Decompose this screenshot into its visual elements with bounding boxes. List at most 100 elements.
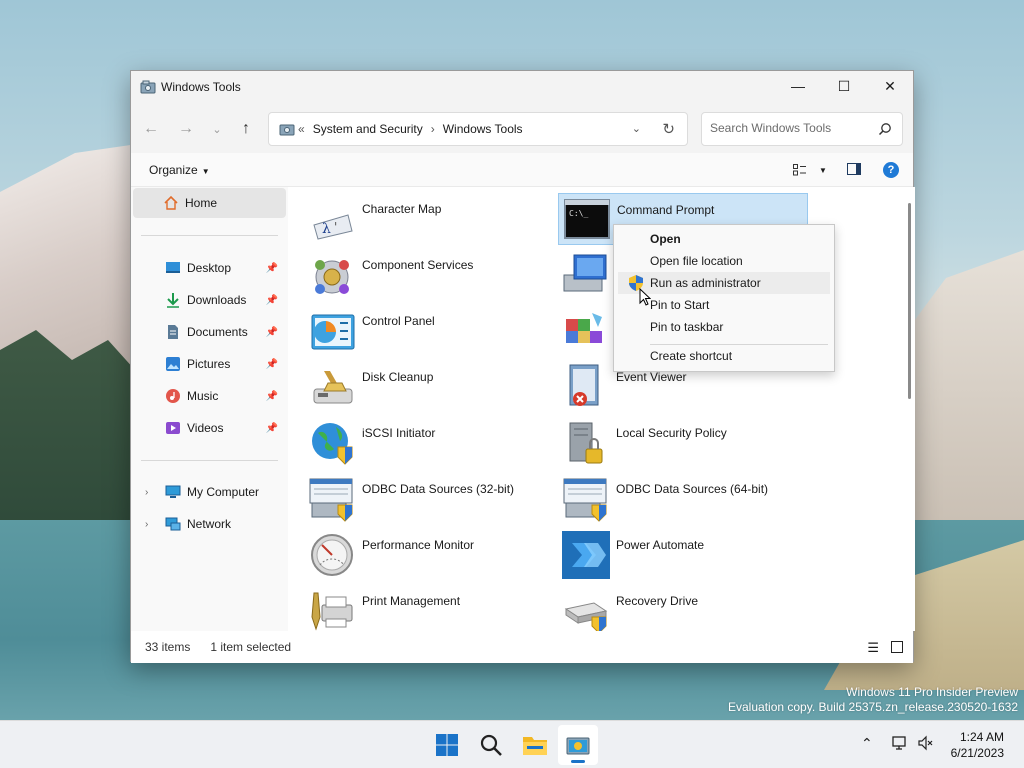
search-icon: [480, 734, 502, 756]
folder-icon: [523, 737, 547, 755]
sidebar-item-label: Network: [187, 517, 232, 531]
search-box[interactable]: [701, 112, 903, 146]
sidebar-item-desktop[interactable]: Desktop 📌: [131, 254, 288, 282]
search-taskbar-button[interactable]: [471, 725, 511, 765]
windows-tools-icon: [140, 80, 156, 94]
back-arrow-icon[interactable]: ←: [141, 119, 161, 139]
address-bar[interactable]: « System and Security › Windows Tools ⌄ …: [268, 112, 688, 146]
watermark-line1: Windows 11 Pro Insider Preview: [846, 685, 1018, 699]
maximize-button[interactable]: ☐: [821, 71, 867, 101]
address-dropdown-chevron-icon[interactable]: ⌄: [632, 122, 641, 135]
menu-item-open[interactable]: Open: [618, 228, 830, 250]
security-policy-icon: [569, 422, 603, 464]
sidebar-item-label: Documents: [187, 325, 248, 339]
title-bar[interactable]: Windows Tools — ☐ ✕: [131, 71, 913, 103]
pin-icon[interactable]: 📌: [266, 263, 278, 274]
list-item-power-automate[interactable]: Power Automate: [558, 529, 808, 581]
item-label: iSCSI Initiator: [362, 426, 436, 440]
search-input[interactable]: [710, 121, 870, 135]
item-count: 33 items: [145, 640, 191, 654]
sidebar-item-label: Videos: [187, 421, 224, 435]
item-label: Disk Cleanup: [362, 370, 434, 384]
list-item-print-management[interactable]: Print Management: [304, 585, 554, 631]
sidebar-item-label: Downloads: [187, 293, 247, 307]
print-management-icon: [311, 592, 353, 631]
component-services-icon: [315, 260, 349, 294]
change-view-button[interactable]: ▼: [793, 161, 831, 179]
music-icon: [166, 389, 180, 403]
view-options-icon: [793, 164, 806, 176]
breadcrumb-system-and-security[interactable]: System and Security: [313, 122, 423, 136]
status-bar: 33 items 1 item selected ☰: [131, 631, 913, 663]
list-item-odbc-64[interactable]: ODBC Data Sources (64-bit): [558, 473, 808, 525]
list-item-disk-cleanup[interactable]: Disk Cleanup: [304, 361, 554, 413]
large-icons-view-icon[interactable]: [891, 641, 903, 653]
sidebar-item-videos[interactable]: Videos 📌: [131, 414, 288, 442]
search-icon[interactable]: [878, 122, 892, 136]
organize-menu[interactable]: Organize ▼: [149, 163, 210, 177]
pin-icon[interactable]: 📌: [266, 359, 278, 370]
network-status-icon[interactable]: [892, 735, 908, 751]
minimize-button[interactable]: —: [775, 71, 821, 101]
item-label: Performance Monitor: [362, 538, 475, 552]
sidebar-item-label: Home: [185, 196, 218, 210]
chevron-right-icon[interactable]: ›: [145, 487, 148, 498]
sidebar-item-documents[interactable]: Documents 📌: [131, 318, 288, 346]
pin-icon[interactable]: 📌: [266, 295, 278, 306]
vertical-scrollbar[interactable]: [908, 203, 911, 399]
breadcrumb-windows-tools[interactable]: Windows Tools: [443, 122, 523, 136]
breadcrumb-overflow[interactable]: «: [298, 122, 305, 136]
list-item-component-services[interactable]: Component Services: [304, 249, 554, 301]
sidebar-item-label: Desktop: [187, 261, 232, 275]
list-item-local-security-policy[interactable]: Local Security Policy: [558, 417, 808, 469]
list-item-control-panel[interactable]: Control Panel: [304, 305, 554, 357]
pin-icon[interactable]: 📌: [266, 327, 278, 338]
close-button[interactable]: ✕: [867, 71, 913, 101]
file-explorer-button[interactable]: [515, 725, 555, 765]
sidebar-divider: [141, 235, 278, 236]
list-item-iscsi-initiator[interactable]: iSCSI Initiator: [304, 417, 554, 469]
windows-tools-taskbar-button[interactable]: [558, 725, 598, 765]
volume-muted-icon[interactable]: [918, 735, 934, 751]
list-item-recovery-drive[interactable]: Recovery Drive: [558, 585, 808, 631]
sidebar-item-music[interactable]: Music 📌: [131, 382, 288, 410]
item-label: ODBC Data Sources (64-bit): [616, 482, 769, 496]
menu-item-create-shortcut[interactable]: Create shortcut: [618, 345, 830, 367]
start-button[interactable]: [427, 725, 467, 765]
recent-locations-chevron-icon[interactable]: ⌄: [207, 119, 227, 139]
taskbar: ⌃ 1:24 AM 6/21/2023: [0, 720, 1024, 768]
command-bar: Organize ▼ ▼ ?: [131, 153, 913, 187]
sidebar-item-network[interactable]: › Network: [131, 510, 288, 538]
network-icon: [165, 517, 181, 531]
sidebar-item-pictures[interactable]: Pictures 📌: [131, 350, 288, 378]
system-clock[interactable]: 1:24 AM 6/21/2023: [951, 729, 1004, 761]
performance-monitor-icon: [311, 534, 353, 576]
odbc-32-icon: [309, 478, 353, 522]
list-item-odbc-32[interactable]: ODBC Data Sources (32-bit): [304, 473, 554, 525]
event-viewer-icon: [569, 364, 599, 406]
pin-icon[interactable]: 📌: [266, 391, 278, 402]
sidebar-item-my-computer[interactable]: › My Computer: [131, 478, 288, 506]
show-hidden-icons-chevron-icon[interactable]: ⌃: [861, 735, 873, 752]
forward-arrow-icon[interactable]: →: [176, 119, 196, 139]
navigation-bar: ← → ⌄ ↑ « System and Security › Windows …: [131, 103, 913, 153]
window-title: Windows Tools: [161, 80, 241, 94]
pictures-icon: [166, 357, 180, 371]
refresh-icon[interactable]: ↻: [662, 120, 675, 138]
sidebar-item-downloads[interactable]: Downloads 📌: [131, 286, 288, 314]
help-icon[interactable]: ?: [883, 162, 899, 178]
caret-down-icon: ▼: [819, 165, 827, 175]
list-item-performance-monitor[interactable]: Performance Monitor: [304, 529, 554, 581]
item-label: Control Panel: [362, 314, 435, 328]
control-panel-icon: [311, 314, 355, 350]
chevron-right-icon[interactable]: ›: [145, 519, 148, 530]
sidebar-item-home[interactable]: Home: [133, 188, 286, 218]
menu-item-pin-to-taskbar[interactable]: Pin to taskbar: [618, 316, 830, 338]
list-item-character-map[interactable]: λ ' Character Map: [304, 193, 554, 245]
details-view-icon[interactable]: ☰: [867, 640, 879, 656]
preview-pane-icon[interactable]: [847, 163, 861, 175]
menu-item-open-file-location[interactable]: Open file location: [618, 250, 830, 272]
up-arrow-icon[interactable]: ↑: [236, 119, 256, 139]
clock-date: 6/21/2023: [950, 746, 1004, 760]
pin-icon[interactable]: 📌: [266, 423, 278, 434]
